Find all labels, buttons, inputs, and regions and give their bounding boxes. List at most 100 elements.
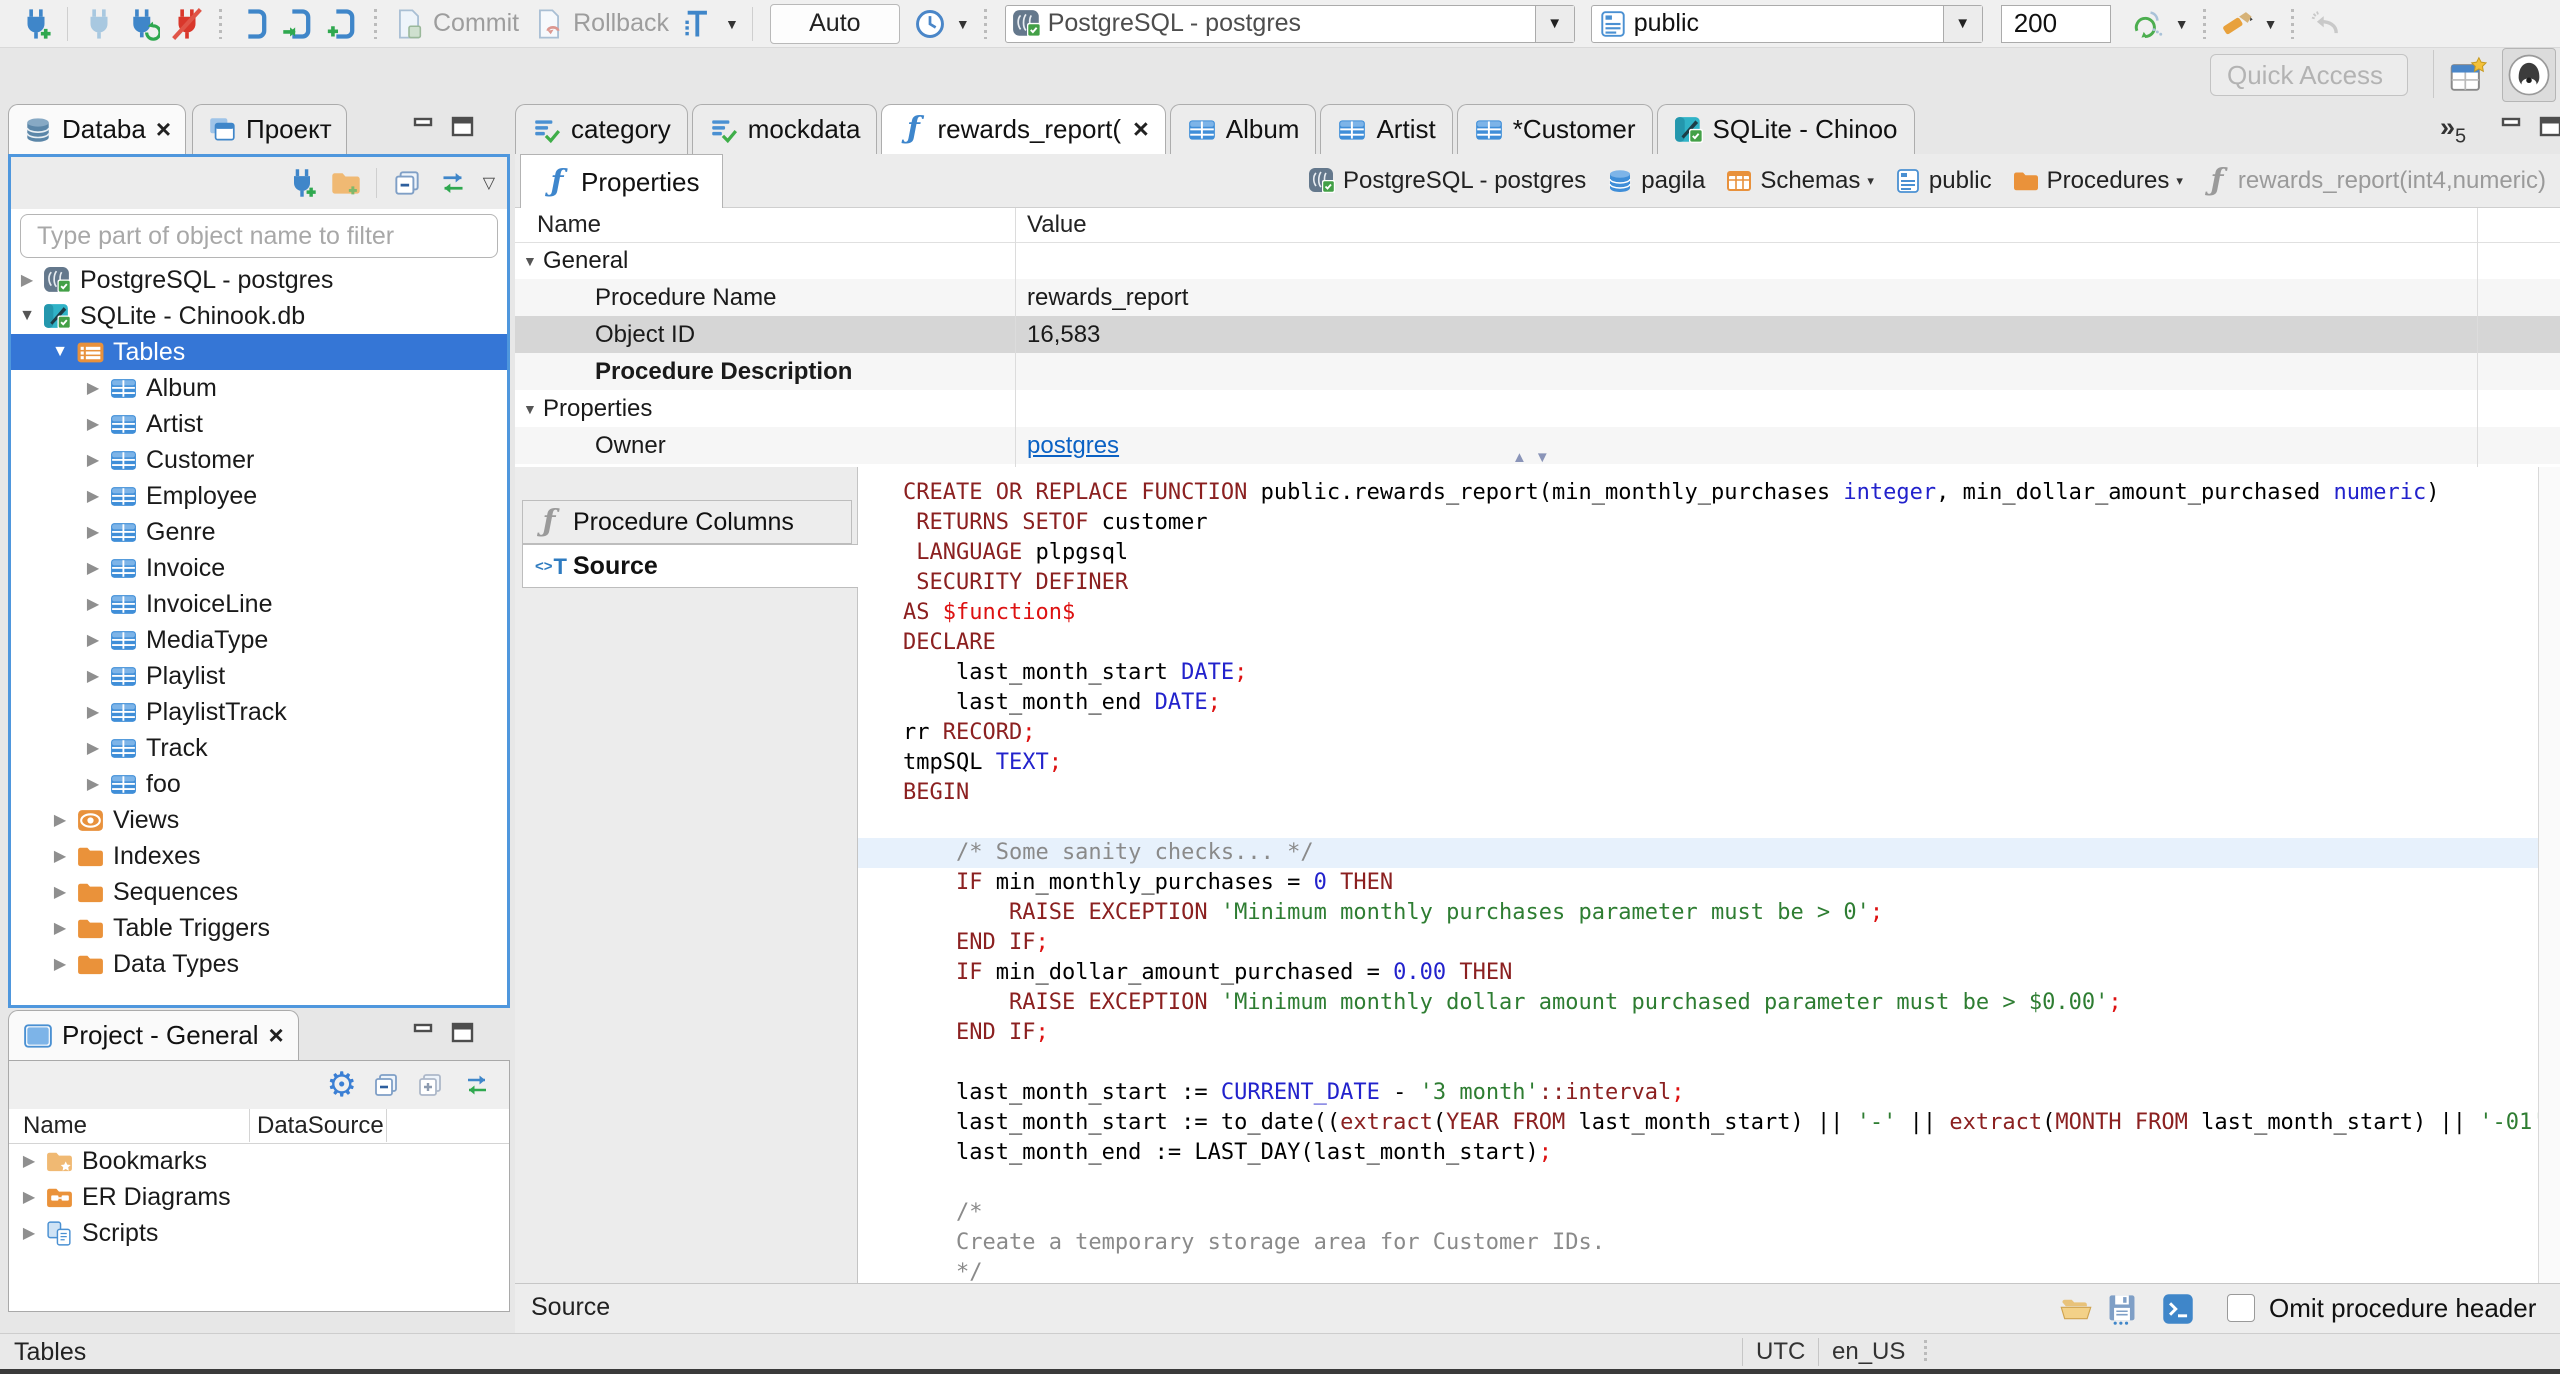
code-line[interactable]: END IF;: [858, 1018, 2538, 1048]
commit-button[interactable]: Commit: [433, 9, 519, 38]
tree-item-invoice[interactable]: ▶ Invoice: [11, 550, 507, 586]
subtab-source[interactable]: <>T Source: [522, 544, 859, 588]
transaction-log-icon[interactable]: [913, 7, 947, 41]
chevron-right-icon[interactable]: ▶: [83, 594, 103, 614]
breadcrumb-rewards-report-int4-numeric-[interactable]: ƒ rewards_report(int4,numeric): [2203, 166, 2546, 196]
chevron-right-icon[interactable]: ▶: [19, 1151, 39, 1171]
code-line[interactable]: AS $function$: [858, 598, 2538, 628]
close-icon[interactable]: ×: [1133, 114, 1149, 145]
code-line[interactable]: RAISE EXCEPTION 'Minimum monthly dollar …: [858, 988, 2538, 1018]
tree-item-sqlite-chinook-db[interactable]: ▼ SQLite - Chinook.db: [11, 298, 507, 334]
chevron-right-icon[interactable]: ▶: [83, 450, 103, 470]
code-line[interactable]: [858, 808, 2538, 838]
tree-item-foo[interactable]: ▶ foo: [11, 766, 507, 802]
omit-header-checkbox[interactable]: [2227, 1294, 2255, 1322]
object-filter-input[interactable]: Type part of object name to filter: [20, 214, 498, 258]
view-menu-icon[interactable]: ▽: [483, 173, 495, 193]
tab-projects[interactable]: Проект: [192, 104, 347, 154]
project-item-bookmarks[interactable]: ▶ Bookmarks: [9, 1143, 509, 1179]
project-item-er-diagrams[interactable]: ▶ ER Diagrams: [9, 1179, 509, 1215]
chevron-down-icon[interactable]: ▼: [523, 401, 543, 417]
chevron-right-icon[interactable]: ▶: [19, 1187, 39, 1207]
transaction-mode-icon[interactable]: [682, 7, 716, 41]
code-line[interactable]: CREATE OR REPLACE FUNCTION public.reward…: [858, 478, 2538, 508]
open-console-icon[interactable]: [2161, 1292, 2195, 1326]
gear-icon[interactable]: ⚙: [327, 1068, 357, 1102]
column-name[interactable]: Name: [23, 1112, 87, 1140]
tree-item-genre[interactable]: ▶ Genre: [11, 514, 507, 550]
chevron-down-icon[interactable]: ▼: [17, 307, 37, 325]
code-line[interactable]: LANGUAGE plpgsql: [858, 538, 2538, 568]
status-locale[interactable]: en_US: [1832, 1338, 1905, 1366]
editor-tab-rewards-report-[interactable]: ƒ rewards_report(×: [881, 104, 1166, 154]
chevron-right-icon[interactable]: ▶: [83, 774, 103, 794]
transaction-mode-dropdown-icon[interactable]: ▼: [725, 16, 739, 32]
tree-item-table-triggers[interactable]: ▶ Table Triggers: [11, 910, 507, 946]
tree-item-views[interactable]: ▶ Views: [11, 802, 507, 838]
code-line[interactable]: END IF;: [858, 928, 2538, 958]
code-line[interactable]: last_month_start := CURRENT_DATE - '3 mo…: [858, 1078, 2538, 1108]
editor-tab-album[interactable]: Album: [1169, 104, 1317, 154]
chevron-right-icon[interactable]: ▶: [83, 558, 103, 578]
link-with-editor-icon[interactable]: [459, 1070, 495, 1100]
chevron-right-icon[interactable]: ▶: [50, 810, 70, 830]
disconnect-icon[interactable]: [170, 7, 204, 41]
chevron-right-icon[interactable]: ▶: [17, 270, 37, 290]
column-value[interactable]: Value: [1027, 211, 1087, 239]
tree-item-indexes[interactable]: ▶ Indexes: [11, 838, 507, 874]
close-icon[interactable]: ×: [156, 114, 171, 145]
load-from-file-icon[interactable]: [2059, 1292, 2093, 1326]
new-connection-icon[interactable]: [286, 167, 318, 199]
chevron-right-icon[interactable]: ▶: [83, 702, 103, 722]
project-item-scripts[interactable]: ▶ Scripts: [9, 1215, 509, 1251]
collapse-all-icon[interactable]: [371, 1070, 401, 1100]
open-perspective-icon[interactable]: [2448, 54, 2490, 96]
breadcrumb-schemas[interactable]: Schemas ▾: [1725, 167, 1874, 195]
code-line[interactable]: BEGIN: [858, 778, 2538, 808]
open-sql-console-icon[interactable]: [281, 7, 315, 41]
code-line[interactable]: [858, 1168, 2538, 1198]
chevron-right-icon[interactable]: ▶: [83, 630, 103, 650]
refresh-dropdown-icon[interactable]: ▼: [2175, 16, 2189, 32]
tree-item-postgresql-postgres[interactable]: ▶ PostgreSQL - postgres: [11, 262, 507, 298]
new-sql-editor-icon[interactable]: [325, 7, 359, 41]
new-folder-icon[interactable]: [330, 167, 362, 199]
owner-link[interactable]: postgres: [1027, 432, 1119, 459]
chevron-down-icon[interactable]: ▼: [523, 253, 543, 269]
chevron-right-icon[interactable]: ▶: [83, 666, 103, 686]
source-editor[interactable]: CREATE OR REPLACE FUNCTION public.reward…: [858, 467, 2538, 1283]
highlighter-icon[interactable]: [2221, 7, 2255, 41]
dbeaver-perspective-icon[interactable]: [2502, 48, 2556, 102]
code-line[interactable]: IF min_dollar_amount_purchased = 0.00 TH…: [858, 958, 2538, 988]
chevron-right-icon[interactable]: ▶: [19, 1223, 39, 1243]
tree-item-track[interactable]: ▶ Track: [11, 730, 507, 766]
fetch-size-input[interactable]: 200: [2000, 4, 2111, 43]
maximize-icon[interactable]: [448, 112, 478, 142]
editor-tab-category[interactable]: category: [515, 104, 688, 154]
status-timezone[interactable]: UTC: [1756, 1338, 1805, 1366]
breadcrumb-pagila[interactable]: pagila: [1606, 167, 1705, 195]
tab-database-navigator[interactable]: Databa ×: [8, 104, 187, 154]
tree-item-mediatype[interactable]: ▶ MediaType: [11, 622, 507, 658]
sash-collapse-icon[interactable]: ▲▼: [1512, 449, 1558, 466]
editor-tab--customer[interactable]: *Customer: [1456, 104, 1653, 154]
code-line[interactable]: RAISE EXCEPTION 'Minimum monthly purchas…: [858, 898, 2538, 928]
code-line[interactable]: last_month_end DATE;: [858, 688, 2538, 718]
code-line[interactable]: /* Some sanity checks... */: [858, 838, 2538, 868]
property-row-procedure-name[interactable]: Procedure Name rewards_report: [515, 279, 2560, 316]
refresh-icon[interactable]: [2126, 7, 2166, 41]
code-line[interactable]: last_month_start := to_date((extract(YEA…: [858, 1108, 2538, 1138]
tree-item-album[interactable]: ▶ Album: [11, 370, 507, 406]
property-row-general[interactable]: ▼ General: [515, 242, 2560, 279]
breadcrumb-postgresql-postgres[interactable]: PostgreSQL - postgres: [1308, 167, 1586, 195]
maximize-icon[interactable]: [448, 1018, 478, 1048]
editor-tab-mockdata[interactable]: mockdata: [691, 104, 878, 154]
property-row-properties[interactable]: ▼ Properties: [515, 390, 2560, 427]
tab-project-general[interactable]: Project - General ×: [8, 1010, 299, 1060]
quick-access-input[interactable]: Quick Access: [2210, 54, 2408, 96]
connect-icon[interactable]: [82, 7, 116, 41]
property-row-procedure-description[interactable]: Procedure Description: [515, 353, 2560, 390]
breadcrumb-procedures[interactable]: Procedures ▾: [2012, 167, 2183, 195]
connection-combo[interactable]: PostgreSQL - postgres ▼: [1004, 4, 1575, 43]
chevron-right-icon[interactable]: ▶: [50, 954, 70, 974]
